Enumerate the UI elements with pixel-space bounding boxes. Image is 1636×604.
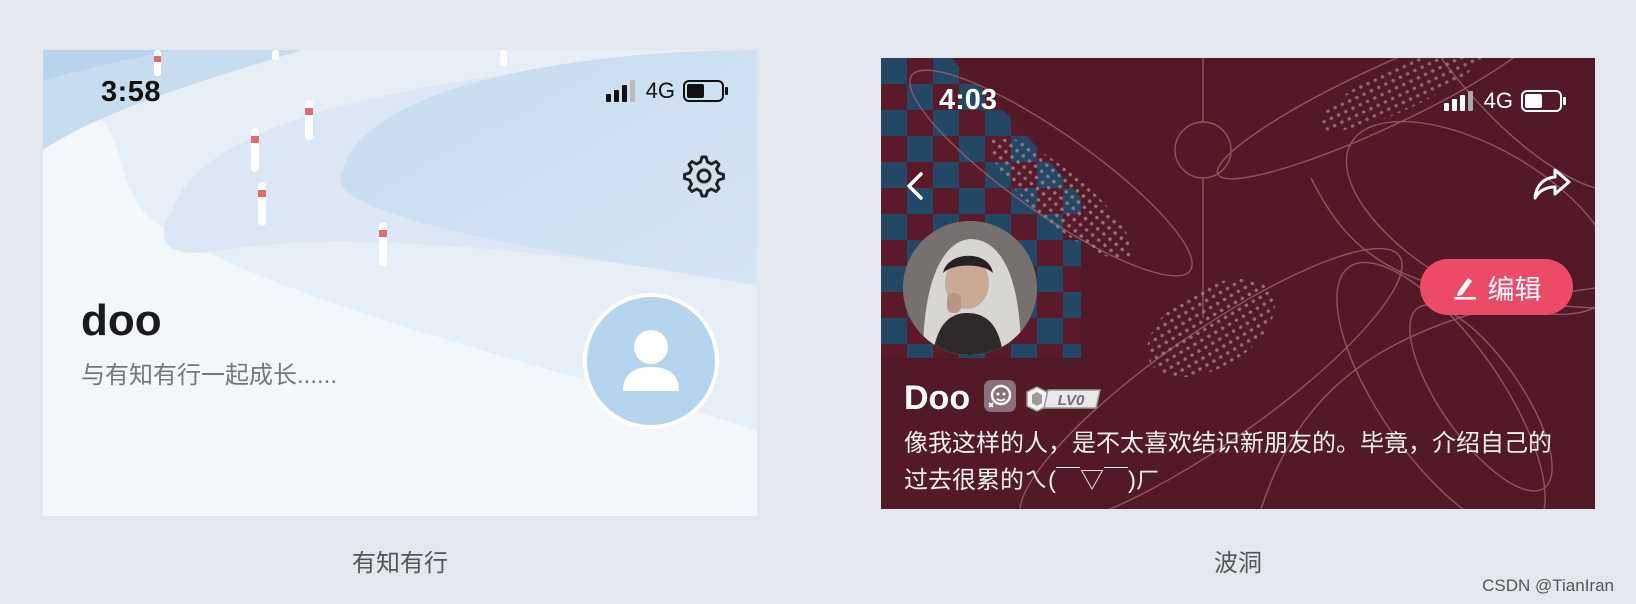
status-indicators: 4G — [605, 78, 729, 104]
profile-name: doo — [81, 296, 162, 345]
pencil-icon — [1453, 278, 1476, 300]
signal-icon — [605, 80, 635, 102]
profile-header-bodong: 4:03 4G 编辑 Doo LV0 像我这样的人，是不太喜欢结识新朋友的。毕竟… — [881, 58, 1595, 509]
network-type: 4G — [645, 78, 675, 103]
profile-name: Doo — [904, 379, 971, 417]
status-indicators: 4G — [1443, 88, 1567, 114]
caption-left: 有知有行 — [352, 550, 448, 577]
level-badge-text: LV0 — [1058, 392, 1085, 409]
comparison-stage: 3:58 4G doo 与有知有行一起成长...... 有知有行 4:03 4G… — [0, 0, 1636, 604]
battery-icon — [1521, 90, 1566, 112]
default-user-icon — [623, 330, 679, 391]
signal-icon — [1443, 91, 1473, 111]
caption-right: 波洞 — [1214, 550, 1262, 577]
avatar[interactable] — [903, 221, 1037, 355]
avatar-portrait — [903, 221, 1037, 355]
back-chevron-icon[interactable] — [901, 166, 931, 206]
profile-header-youzhiyouxing: 3:58 4G doo 与有知有行一起成长...... — [43, 50, 757, 516]
profile-bio: 与有知有行一起成长...... — [81, 362, 338, 389]
chat-badge-icon — [984, 380, 1016, 412]
battery-icon — [683, 80, 728, 102]
settings-gear-icon[interactable] — [679, 153, 725, 199]
edit-profile-button[interactable]: 编辑 — [1420, 259, 1573, 315]
level-badge: LV0 — [1026, 386, 1102, 412]
avatar[interactable] — [583, 293, 719, 429]
status-time: 4:03 — [939, 84, 998, 116]
profile-bio: 像我这样的人，是不太喜欢结识新朋友的。毕竟，介绍自己的过去很累的ㄟ(￣▽￣)ㄏ — [904, 430, 1552, 494]
share-icon[interactable] — [1531, 164, 1573, 204]
status-time: 3:58 — [101, 76, 162, 108]
watermark: CSDN @TianIran — [1482, 576, 1614, 595]
network-type: 4G — [1483, 88, 1513, 113]
snow-track-illustration — [43, 50, 757, 516]
edit-button-label: 编辑 — [1487, 274, 1542, 305]
